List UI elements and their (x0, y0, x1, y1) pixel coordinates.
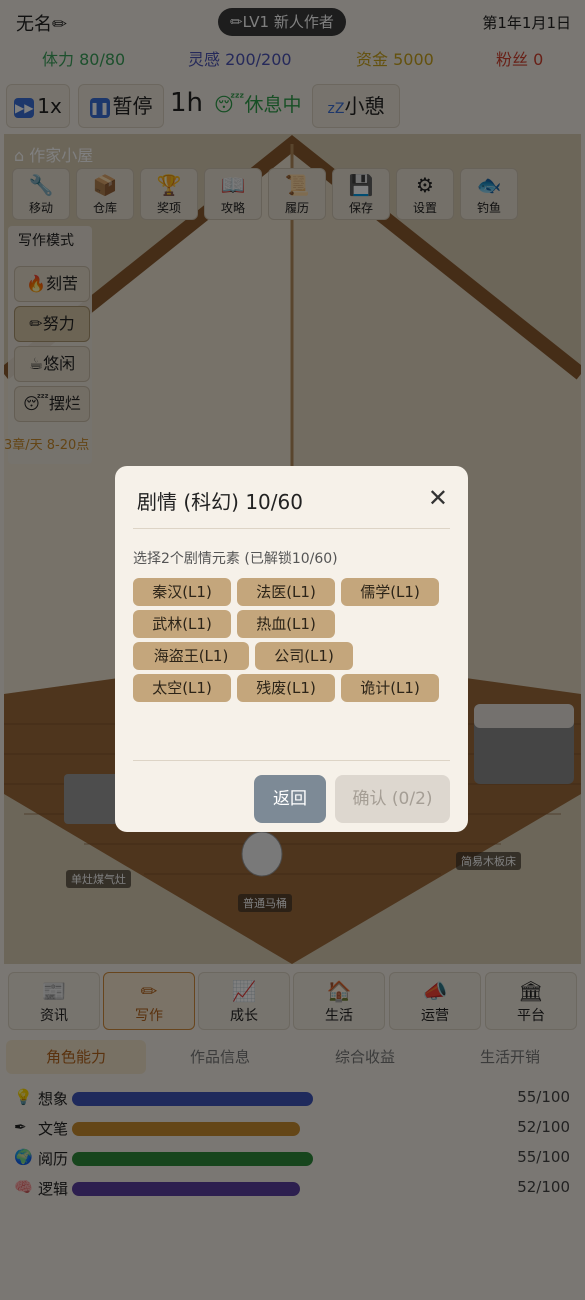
plot-chip[interactable]: 儒学(L1) (341, 578, 439, 606)
plot-chip[interactable]: 诡计(L1) (341, 674, 439, 702)
plot-chip[interactable]: 海盗王(L1) (133, 642, 249, 670)
close-icon[interactable]: ✕ (428, 484, 448, 512)
plot-chip[interactable]: 残废(L1) (237, 674, 335, 702)
plot-chip[interactable]: 公司(L1) (255, 642, 353, 670)
plot-chip[interactable]: 秦汉(L1) (133, 578, 231, 606)
plot-select-dialog: 剧情 (科幻) 10/60 ✕ 选择2个剧情元素 (已解锁10/60) 秦汉(L… (115, 466, 468, 832)
plot-chip[interactable]: 武林(L1) (133, 610, 231, 638)
confirm-button[interactable]: 确认 (0/2) (335, 775, 450, 823)
dialog-title: 剧情 (科幻) 10/60 (137, 490, 303, 514)
plot-chip[interactable]: 太空(L1) (133, 674, 231, 702)
divider (133, 528, 450, 529)
divider (133, 760, 450, 761)
dialog-hint: 选择2个剧情元素 (已解锁10/60) (133, 551, 338, 567)
back-button[interactable]: 返回 (254, 775, 326, 823)
plot-chip[interactable]: 热血(L1) (237, 610, 335, 638)
plot-chip[interactable]: 法医(L1) (237, 578, 335, 606)
